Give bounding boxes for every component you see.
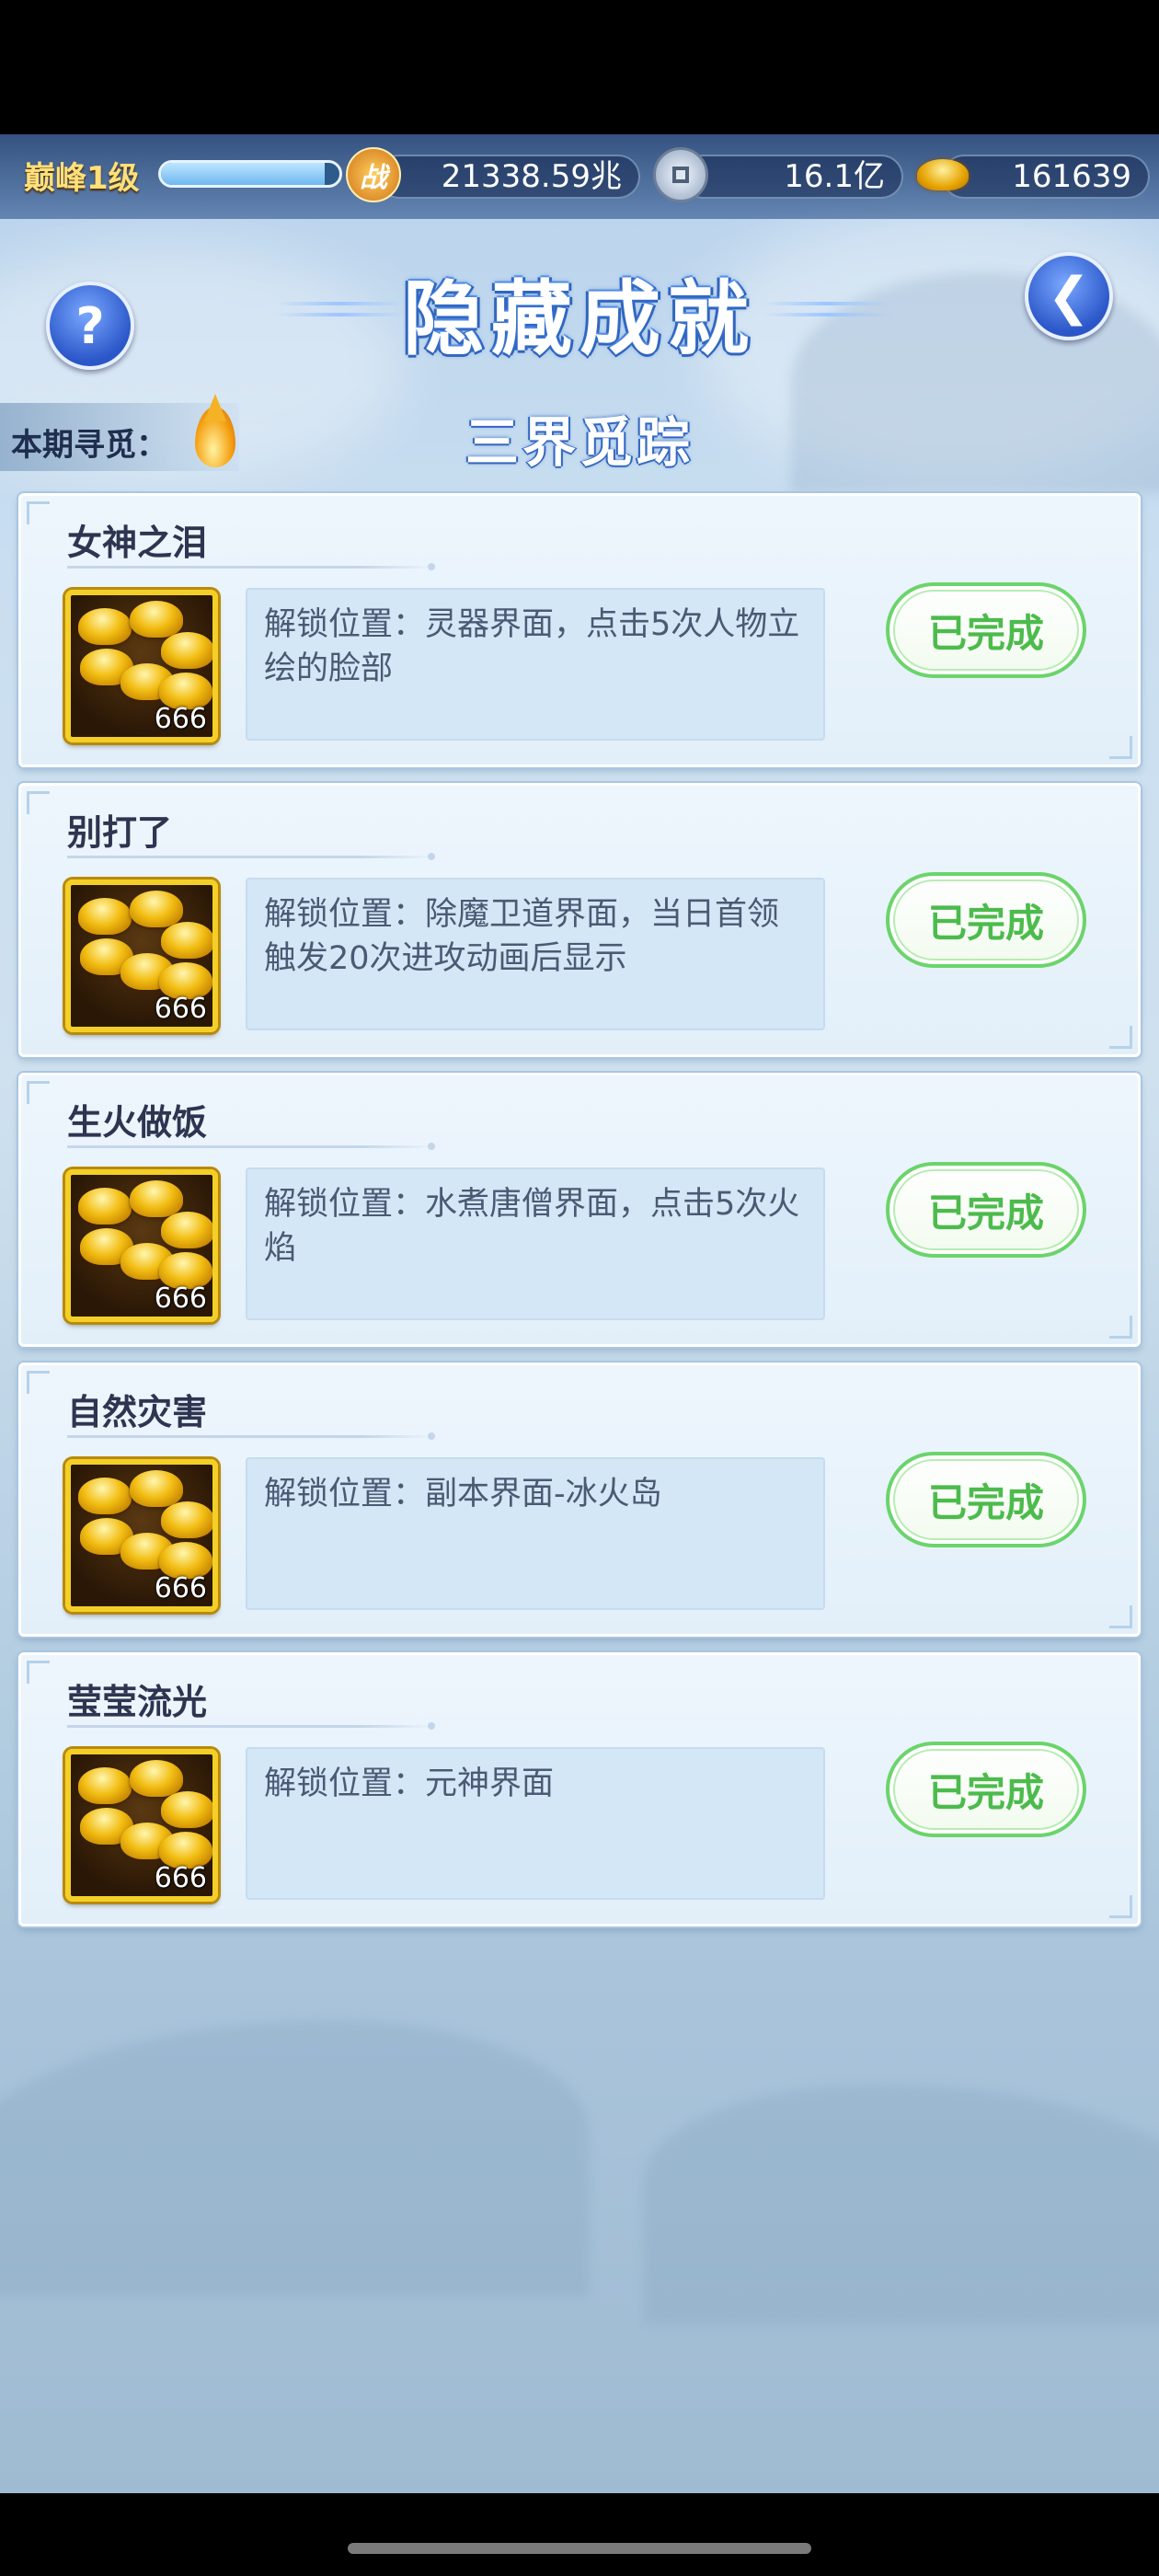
coin-display: 16.1亿 bbox=[681, 155, 903, 199]
back-button[interactable]: ❮ bbox=[1025, 252, 1113, 340]
divider bbox=[67, 853, 435, 860]
divider bbox=[67, 1432, 435, 1440]
home-indicator[interactable] bbox=[348, 2543, 811, 2554]
completed-button[interactable]: 已完成 bbox=[886, 1162, 1086, 1258]
peak-level-label: 巅峰1级 bbox=[24, 160, 140, 197]
achievement-card: 自然灾害 666 解锁位置：副本界面-冰火岛 已完成 bbox=[18, 1363, 1141, 1637]
exp-progress-fill bbox=[161, 163, 326, 185]
reward-quantity: 666 bbox=[154, 1282, 207, 1315]
power-value: 21338.59兆 bbox=[441, 158, 622, 195]
achievement-card: 别打了 666 解锁位置：除魔卫道界面，当日首领触发20次进攻动画后显示 已完成 bbox=[18, 783, 1141, 1057]
completed-button[interactable]: 已完成 bbox=[886, 872, 1086, 968]
completed-button[interactable]: 已完成 bbox=[886, 582, 1086, 678]
resource-bar: 巅峰1级 21338.59兆 战 16.1亿 161639 bbox=[0, 134, 1159, 219]
achievement-name: 自然灾害 bbox=[67, 1392, 208, 1432]
hidden-achievements-screen: 巅峰1级 21338.59兆 战 16.1亿 161639 ? 隐藏成就 ❮ 本… bbox=[0, 134, 1159, 2493]
back-arrow-icon: ❮ bbox=[1047, 266, 1091, 327]
completed-button[interactable]: 已完成 bbox=[886, 1742, 1086, 1837]
completed-button[interactable]: 已完成 bbox=[886, 1452, 1086, 1547]
unlock-description: 解锁位置：灵器界面，点击5次人物立绘的脸部 bbox=[246, 588, 825, 741]
coin-value: 16.1亿 bbox=[784, 158, 885, 195]
achievement-name: 别打了 bbox=[67, 812, 173, 853]
achievement-name: 生火做饭 bbox=[67, 1102, 208, 1143]
zhan-power-icon: 战 bbox=[346, 147, 401, 202]
background-mountain bbox=[644, 2085, 1159, 2324]
exp-progress-bar bbox=[158, 160, 342, 188]
system-nav-bar bbox=[0, 2493, 1159, 2576]
power-display: 21338.59兆 bbox=[377, 155, 640, 199]
reward-item[interactable]: 666 bbox=[65, 590, 218, 742]
copper-coin-icon bbox=[653, 147, 708, 202]
reward-item[interactable]: 666 bbox=[65, 1749, 218, 1902]
status-bar bbox=[0, 0, 1159, 134]
achievement-name: 女神之泪 bbox=[67, 523, 208, 563]
reward-item[interactable]: 666 bbox=[65, 1169, 218, 1322]
reward-quantity: 666 bbox=[154, 703, 207, 735]
achievement-card: 生火做饭 666 解锁位置：水煮唐僧界面，点击5次火焰 已完成 bbox=[18, 1073, 1141, 1347]
unlock-description: 解锁位置：除魔卫道界面，当日首领触发20次进攻动画后显示 bbox=[246, 878, 825, 1030]
divider bbox=[67, 1722, 435, 1730]
background-mountain bbox=[0, 2020, 589, 2296]
unlock-description: 解锁位置：副本界面-冰火岛 bbox=[246, 1457, 825, 1610]
reward-item[interactable]: 666 bbox=[65, 1459, 218, 1612]
period-subtitle: 三界觅踪 bbox=[465, 411, 694, 474]
unlock-description: 解锁位置：元神界面 bbox=[246, 1747, 825, 1900]
reward-quantity: 666 bbox=[154, 1572, 207, 1604]
divider bbox=[67, 1143, 435, 1150]
gold-ingot-icon bbox=[912, 147, 973, 202]
achievement-card: 女神之泪 666 解锁位置：灵器界面，点击5次人物立绘的脸部 已完成 bbox=[18, 493, 1141, 767]
reward-quantity: 666 bbox=[154, 1862, 207, 1894]
gold-value: 161639 bbox=[1012, 158, 1131, 195]
achievement-card: 莹莹流光 666 解锁位置：元神界面 已完成 bbox=[18, 1652, 1141, 1926]
unlock-description: 解锁位置：水煮唐僧界面，点击5次火焰 bbox=[246, 1167, 825, 1320]
reward-quantity: 666 bbox=[154, 993, 207, 1025]
reward-item[interactable]: 666 bbox=[65, 880, 218, 1032]
page-title: 隐藏成就 bbox=[402, 271, 756, 366]
divider bbox=[67, 563, 435, 570]
achievement-name: 莹莹流光 bbox=[67, 1682, 208, 1722]
